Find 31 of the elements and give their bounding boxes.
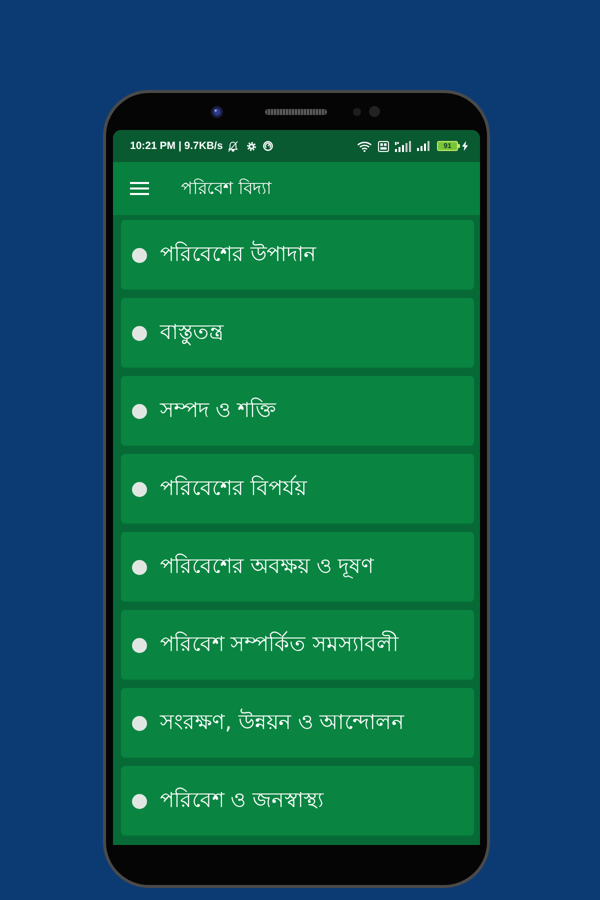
menu-icon[interactable] (130, 182, 149, 195)
topic-item[interactable]: পরিবেশের বিপর্যয় (121, 454, 474, 524)
sensor-icon (353, 108, 361, 116)
gauge-icon (262, 141, 273, 151)
bullet-icon (132, 326, 147, 340)
app-title: পরিবেশ বিদ্যা (181, 178, 272, 200)
wifi-icon (357, 140, 372, 152)
charging-bolt-icon (462, 141, 468, 151)
topic-item[interactable]: সংরক্ষণ, উন্নয়ন ও আন্দোলন (121, 688, 474, 758)
signal-icon (417, 141, 430, 151)
camera-lens-icon (211, 106, 223, 118)
muted-bell-icon (228, 140, 238, 152)
topic-item[interactable]: সম্পদ ও শক্তি (121, 376, 474, 446)
sensor-icon (369, 106, 380, 117)
topic-item[interactable]: বাস্তুতন্ত্র (121, 298, 474, 368)
topic-item[interactable]: পরিবেশ ও জনস্বাস্থ্য (121, 766, 474, 836)
settings-icon (246, 142, 256, 150)
status-text: 10:21 PM | 9.7KB/s (130, 140, 223, 152)
topic-item[interactable]: পরিবেশের উপাদান (121, 220, 474, 290)
bullet-icon (132, 404, 147, 418)
bullet-icon (132, 638, 147, 652)
bullet-icon (132, 716, 147, 730)
topic-item[interactable]: পরিবেশের অবক্ষয় ও দূষণ (121, 532, 474, 602)
bullet-icon (132, 248, 147, 262)
bullet-icon (132, 560, 147, 574)
network-badge-icon (378, 140, 389, 152)
signal-icon (395, 140, 411, 152)
bullet-icon (132, 794, 147, 808)
bullet-icon (132, 482, 147, 496)
speaker-grille (265, 108, 327, 114)
topic-item[interactable]: পরিবেশ সম্পর্কিত সমস্যাবলী (121, 610, 474, 680)
